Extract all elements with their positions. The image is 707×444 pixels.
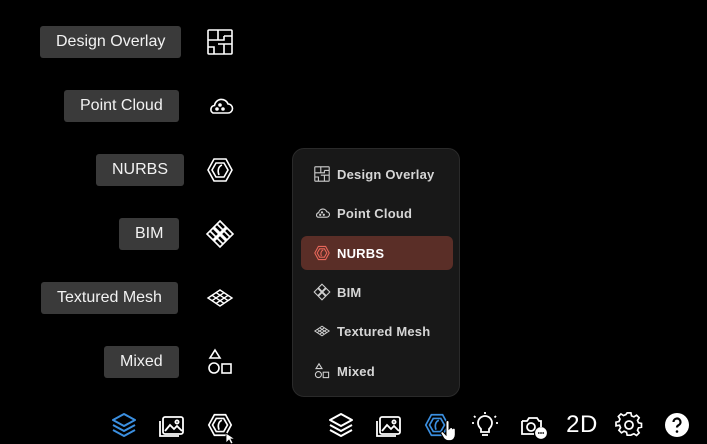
label-mixed: Mixed <box>104 346 179 378</box>
cursor-icon <box>225 432 237 444</box>
menu-item-label: BIM <box>337 284 362 300</box>
layer-type-menu: Design Overlay Point Cloud NURBS BIM Tex… <box>292 148 460 397</box>
layers-icon <box>112 413 136 437</box>
camera-icon <box>521 417 547 439</box>
menu-item-mixed[interactable]: Mixed <box>301 354 453 388</box>
gallery-icon <box>376 416 401 437</box>
textured-mesh-icon <box>313 322 331 340</box>
label-nurbs: NURBS <box>96 154 185 186</box>
layers-button[interactable] <box>325 409 357 441</box>
menu-item-bim[interactable]: BIM <box>301 275 453 309</box>
label-textured-mesh: Textured Mesh <box>41 282 178 314</box>
help-button[interactable] <box>661 409 693 441</box>
menu-item-design-overlay[interactable]: Design Overlay <box>301 157 453 191</box>
layers-button[interactable] <box>108 409 140 441</box>
menu-item-label: Point Cloud <box>337 205 413 221</box>
textured-mesh-icon <box>205 283 235 313</box>
menu-item-label: Mixed <box>337 363 375 379</box>
bim-icon <box>205 219 235 249</box>
design-overlay-icon <box>313 165 331 183</box>
gallery-icon <box>159 416 184 437</box>
layers-icon <box>329 413 353 437</box>
menu-item-nurbs[interactable]: NURBS <box>301 236 453 270</box>
menu-item-label: NURBS <box>337 245 385 261</box>
menu-item-point-cloud[interactable]: Point Cloud <box>301 196 453 230</box>
lighting-button[interactable] <box>469 409 501 441</box>
point-cloud-icon <box>205 91 235 121</box>
bim-icon <box>313 283 331 301</box>
label-bim: BIM <box>119 218 180 250</box>
menu-item-label: Design Overlay <box>337 166 435 182</box>
lightbulb-icon <box>472 412 498 436</box>
help-icon <box>665 413 689 437</box>
menu-item-label: Textured Mesh <box>337 323 431 339</box>
camera-button[interactable] <box>517 409 549 441</box>
label-design-overlay: Design Overlay <box>40 26 182 58</box>
settings-icon <box>615 412 643 437</box>
nurbs-icon <box>205 155 235 185</box>
design-overlay-icon <box>205 27 235 57</box>
gallery-button[interactable] <box>373 409 405 441</box>
hand-cursor-icon <box>440 420 456 442</box>
menu-item-textured-mesh[interactable]: Textured Mesh <box>301 314 453 348</box>
gallery-button[interactable] <box>156 409 188 441</box>
view-mode-label: 2D <box>566 411 598 438</box>
mixed-icon <box>205 347 235 377</box>
view-mode-toggle[interactable]: 2D <box>562 409 602 441</box>
settings-button[interactable] <box>613 409 645 441</box>
nurbs-icon <box>313 244 331 262</box>
point-cloud-icon <box>313 204 331 222</box>
mixed-icon <box>313 362 331 380</box>
label-point-cloud: Point Cloud <box>64 90 179 122</box>
